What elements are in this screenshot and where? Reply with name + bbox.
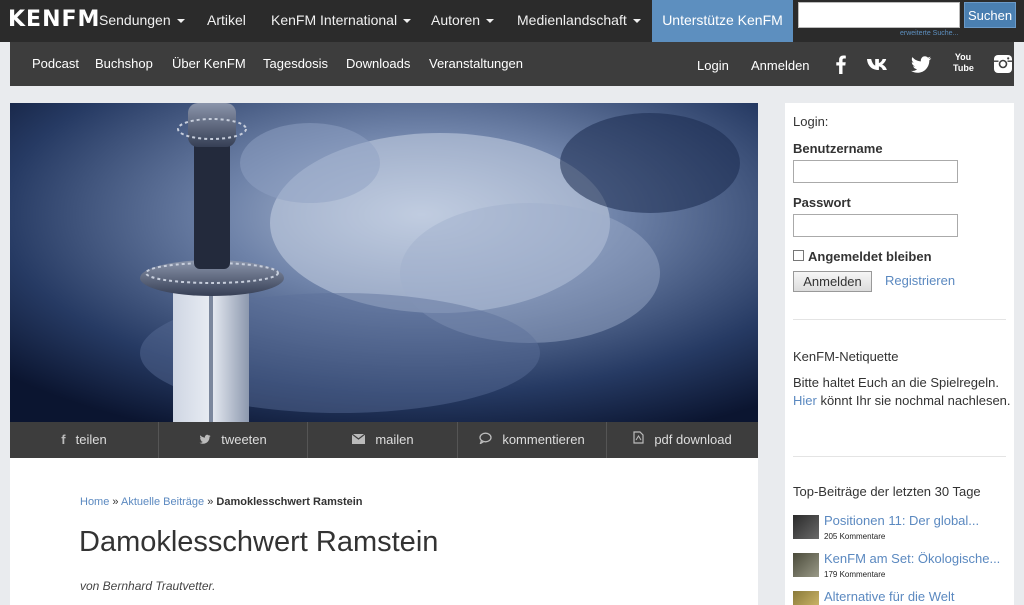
sword-sky-image bbox=[10, 103, 758, 422]
breadcrumb: Home » Aktuelle Beiträge » Damoklesschwe… bbox=[80, 496, 363, 508]
post-title-link[interactable]: Positionen 11: Der global... bbox=[824, 513, 979, 528]
nav-label: Autoren bbox=[431, 12, 481, 28]
netiquette-text-part: könnt Ihr sie nochmal nachlesen. bbox=[816, 393, 1011, 408]
share-label: tweeten bbox=[221, 432, 267, 447]
share-mail-button[interactable]: mailen bbox=[309, 422, 458, 458]
twitter-icon bbox=[199, 434, 211, 444]
netiquette-text: Bitte haltet Euch an die Spielregeln. Hi… bbox=[793, 374, 1011, 410]
top-posts-heading: Top-Beiträge der letzten 30 Tage bbox=[793, 484, 981, 499]
netiquette-link[interactable]: Hier bbox=[793, 393, 817, 408]
subnav-downloads[interactable]: Downloads bbox=[346, 42, 410, 86]
share-label: teilen bbox=[75, 432, 107, 447]
top-post-item[interactable]: Positionen 11: Der global... 205 Komment… bbox=[793, 513, 1011, 547]
kenfm-logo[interactable]: KENFM bbox=[8, 6, 100, 34]
share-bar: f teilen tweeten mailen kommentieren pdf … bbox=[10, 422, 758, 458]
top-post-item[interactable]: Alternative für die Welt bbox=[793, 589, 1011, 605]
sidebar: Login: Benutzername Passwort Angemeldet … bbox=[785, 103, 1014, 605]
post-title-link[interactable]: Alternative für die Welt bbox=[824, 589, 955, 604]
subnav-veranstaltungen[interactable]: Veranstaltungen bbox=[429, 42, 523, 86]
share-twitter-button[interactable]: tweeten bbox=[159, 422, 308, 458]
nav-kenfm-international[interactable]: KenFM International bbox=[271, 0, 412, 42]
username-field[interactable] bbox=[793, 160, 958, 183]
article-byline: von Bernhard Trautvetter. bbox=[80, 579, 216, 593]
article-content: Home » Aktuelle Beiträge » Damoklesschwe… bbox=[10, 458, 758, 605]
breadcrumb-separator: » bbox=[112, 496, 119, 508]
post-thumbnail bbox=[793, 591, 819, 605]
post-comment-count: 205 Kommentare bbox=[824, 532, 886, 541]
chevron-down-icon bbox=[176, 19, 185, 23]
password-field[interactable] bbox=[793, 214, 958, 237]
nav-sendungen[interactable]: Sendungen bbox=[99, 0, 185, 42]
subnav-podcast[interactable]: Podcast bbox=[32, 42, 79, 86]
register-link[interactable]: Anmelden bbox=[751, 44, 810, 88]
vk-icon[interactable] bbox=[866, 53, 892, 75]
share-pdf-button[interactable]: pdf download bbox=[608, 422, 757, 458]
share-facebook-button[interactable]: f teilen bbox=[10, 422, 159, 458]
netiquette-heading: KenFM-Netiquette bbox=[793, 349, 899, 364]
article-title: Damoklesschwert Ramstein bbox=[79, 526, 439, 558]
nav-label: KenFM International bbox=[271, 12, 398, 28]
password-label: Passwort bbox=[793, 195, 851, 210]
facebook-icon: f bbox=[61, 432, 66, 447]
nav-autoren[interactable]: Autoren bbox=[431, 0, 495, 42]
subnav-ueber-kenfm[interactable]: Über KenFM bbox=[172, 42, 246, 86]
secondary-navigation: Podcast Buchshop Über KenFM Tagesdosis D… bbox=[10, 42, 1014, 86]
nav-label: Artikel bbox=[207, 12, 246, 28]
comment-icon bbox=[479, 432, 492, 444]
netiquette-text-part: Bitte haltet Euch an die Spielregeln. bbox=[793, 375, 999, 390]
share-label: kommentieren bbox=[502, 432, 585, 447]
post-thumbnail bbox=[793, 553, 819, 577]
chevron-down-icon bbox=[403, 19, 412, 23]
subnav-buchshop[interactable]: Buchshop bbox=[95, 42, 153, 86]
divider bbox=[793, 319, 1006, 320]
advanced-search-link[interactable]: erweiterte Suche... bbox=[900, 30, 958, 37]
mail-icon bbox=[352, 434, 366, 444]
post-thumbnail bbox=[793, 515, 819, 539]
search-button[interactable]: Suchen bbox=[964, 2, 1016, 28]
login-heading: Login: bbox=[793, 114, 829, 129]
breadcrumb-home[interactable]: Home bbox=[80, 496, 109, 508]
youtube-icon[interactable]: You Tube bbox=[952, 51, 974, 77]
share-label: pdf download bbox=[654, 432, 732, 447]
breadcrumb-section[interactable]: Aktuelle Beiträge bbox=[121, 496, 204, 508]
register-link[interactable]: Registrieren bbox=[885, 273, 955, 288]
post-comment-count: 179 Kommentare bbox=[824, 570, 886, 579]
breadcrumb-current: Damoklesschwert Ramstein bbox=[216, 496, 363, 508]
instagram-icon[interactable] bbox=[992, 53, 1014, 75]
youtube-icon-text: You Tube bbox=[953, 52, 974, 73]
remember-me-label: Angemeldet bleiben bbox=[808, 249, 932, 264]
nav-artikel[interactable]: Artikel bbox=[207, 0, 246, 42]
post-title-link[interactable]: KenFM am Set: Ökologische... bbox=[824, 551, 1000, 566]
search-input[interactable] bbox=[798, 2, 960, 28]
top-post-item[interactable]: KenFM am Set: Ökologische... 179 Komment… bbox=[793, 551, 1011, 585]
facebook-icon[interactable] bbox=[830, 53, 852, 75]
login-link[interactable]: Login bbox=[697, 44, 729, 88]
article-hero-image bbox=[10, 103, 758, 422]
top-navigation: KENFM Sendungen Artikel KenFM Internatio… bbox=[0, 0, 1024, 42]
subnav-tagesdosis[interactable]: Tagesdosis bbox=[263, 42, 328, 86]
support-button[interactable]: Unterstütze KenFM bbox=[652, 0, 793, 42]
twitter-icon[interactable] bbox=[910, 53, 932, 75]
chevron-down-icon bbox=[632, 19, 641, 23]
username-label: Benutzername bbox=[793, 141, 883, 156]
share-comment-button[interactable]: kommentieren bbox=[458, 422, 607, 458]
divider bbox=[793, 456, 1006, 457]
nav-label: Sendungen bbox=[99, 12, 171, 28]
remember-me-checkbox[interactable] bbox=[793, 250, 804, 261]
chevron-down-icon bbox=[486, 19, 495, 23]
login-button[interactable]: Anmelden bbox=[793, 271, 872, 292]
pdf-icon bbox=[633, 431, 644, 444]
breadcrumb-separator: » bbox=[207, 496, 214, 508]
nav-label: Medienlandschaft bbox=[517, 12, 627, 28]
share-label: mailen bbox=[375, 432, 414, 447]
nav-medienlandschaft[interactable]: Medienlandschaft bbox=[517, 0, 641, 42]
